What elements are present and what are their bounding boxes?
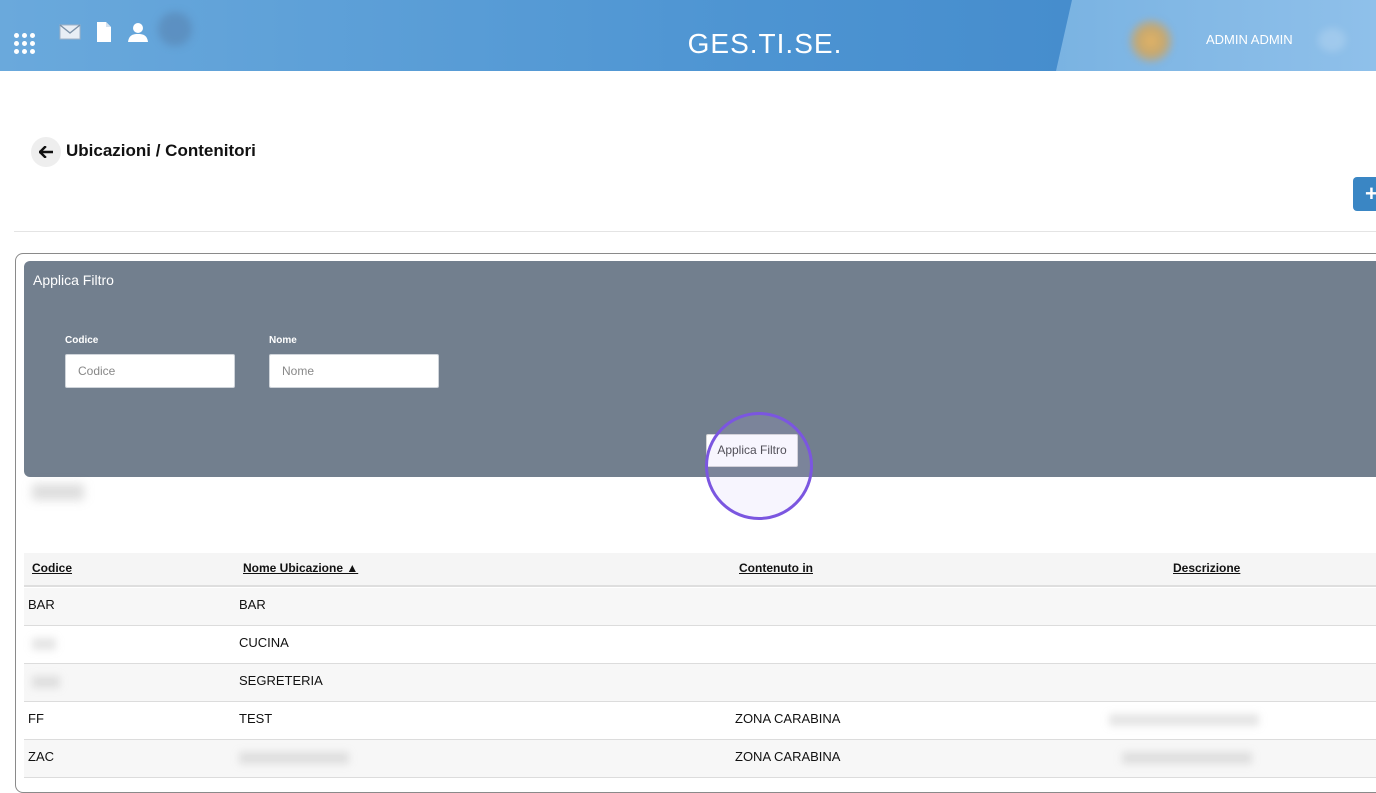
arrow-left-icon [39, 146, 53, 158]
codice-label: Codice [65, 335, 99, 346]
table-row[interactable]: BAR BAR [24, 588, 1376, 626]
table-row[interactable]: SEGRETERIA [24, 664, 1376, 702]
cell-nome-redacted [239, 752, 349, 764]
cell-descrizione-redacted [1122, 752, 1252, 764]
apply-filter-button[interactable]: Applica Filtro [706, 434, 798, 467]
column-header-descrizione[interactable]: Descrizione [1173, 561, 1240, 575]
cell-codice-redacted [32, 638, 56, 650]
nome-label: Nome [269, 335, 297, 346]
cell-nome: BAR [239, 597, 266, 612]
divider [14, 231, 1376, 232]
cell-codice: FF [28, 711, 44, 726]
column-header-nome-ubicazione[interactable]: Nome Ubicazione ▲ [243, 561, 358, 575]
add-button[interactable]: + [1353, 177, 1376, 211]
cell-nome: CUCINA [239, 635, 289, 650]
page-title: Ubicazioni / Contenitori [66, 141, 256, 160]
cell-nome: TEST [239, 711, 273, 726]
avatar[interactable] [1128, 18, 1174, 64]
user-menu-icon[interactable] [1318, 28, 1346, 52]
user-name[interactable]: ADMIN ADMIN [1206, 32, 1293, 47]
filter-title: Applica Filtro [33, 272, 114, 288]
cell-codice: ZAC [28, 749, 54, 764]
codice-input[interactable] [65, 354, 235, 388]
nome-input[interactable] [269, 354, 439, 388]
cell-descrizione-redacted [1109, 714, 1259, 726]
cell-nome: SEGRETERIA [239, 673, 323, 688]
table-row[interactable]: CUCINA [24, 626, 1376, 664]
records-count [32, 484, 84, 500]
cell-contenuto-in: ZONA CARABINA [735, 711, 841, 726]
table-row[interactable]: ZAC ZONA CARABINA [24, 740, 1376, 778]
column-header-codice[interactable]: Codice [32, 561, 72, 575]
cell-codice-redacted [32, 676, 60, 688]
cell-contenuto-in: ZONA CARABINA [735, 749, 841, 764]
column-header-contenuto-in[interactable]: Contenuto in [739, 561, 813, 575]
cell-codice: BAR [28, 597, 55, 612]
back-button[interactable] [31, 137, 61, 167]
table-row[interactable]: FF TEST ZONA CARABINA [24, 702, 1376, 740]
